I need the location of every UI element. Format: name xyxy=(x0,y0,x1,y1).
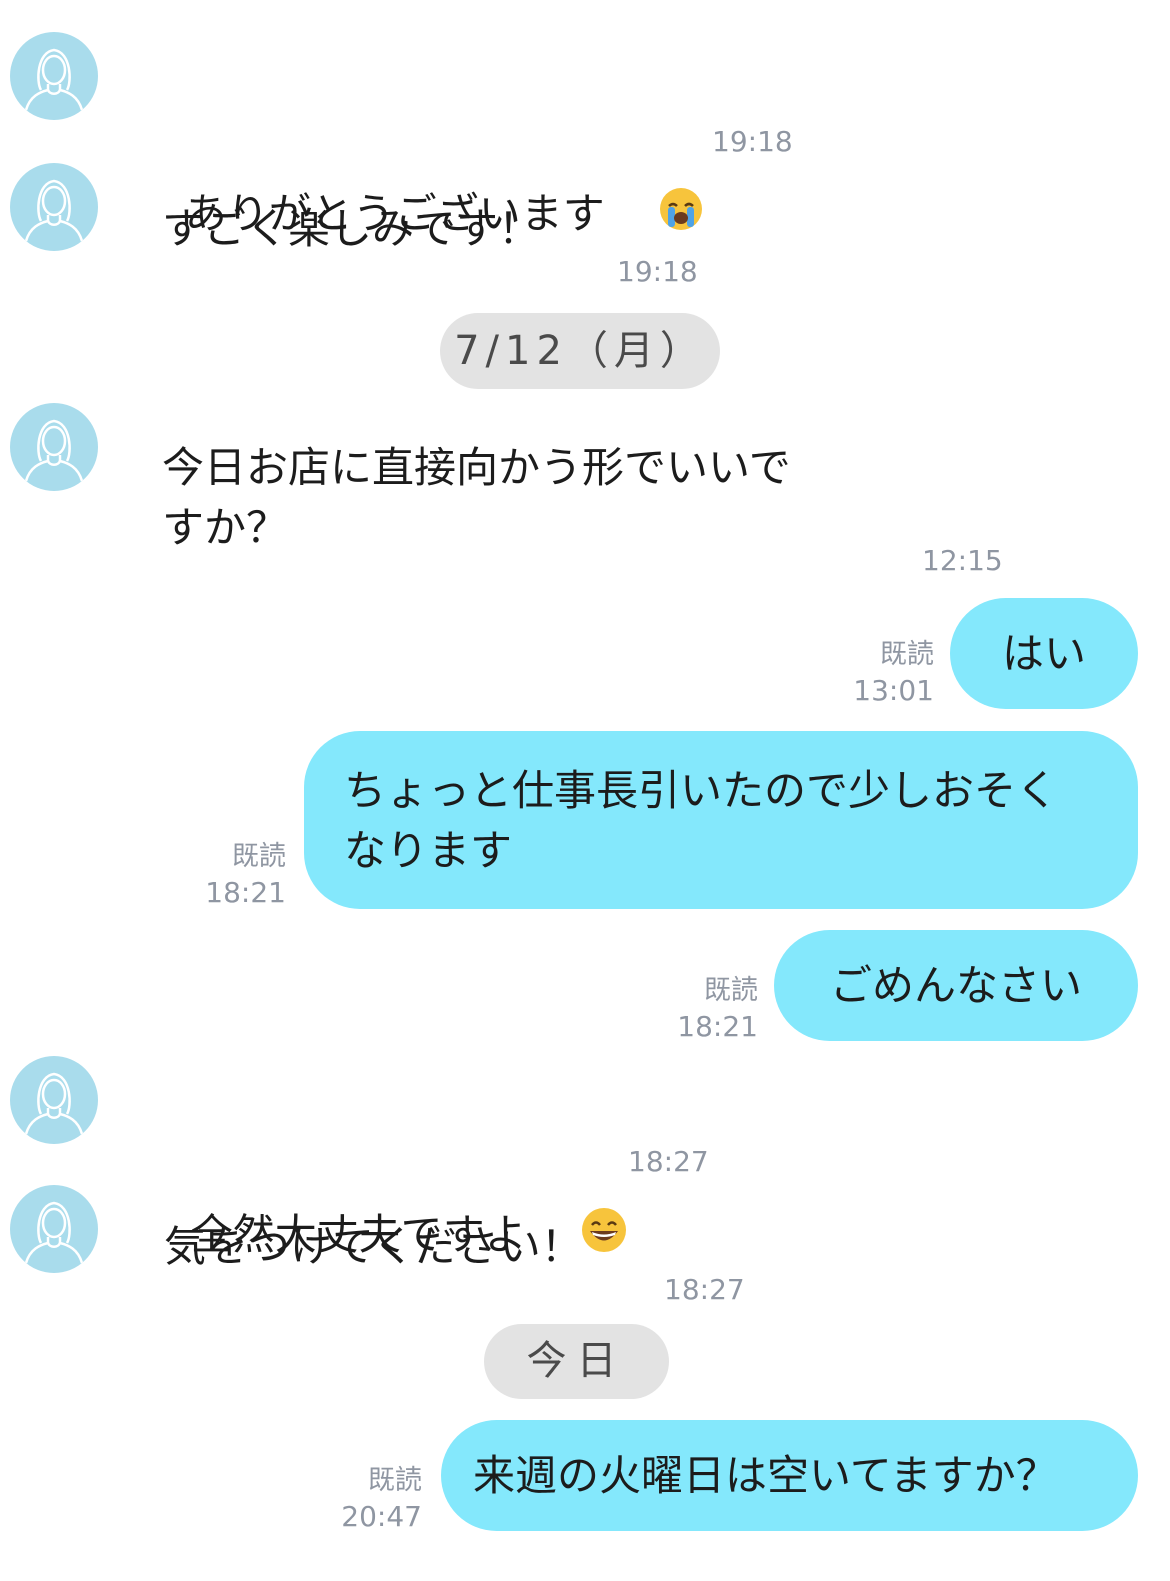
person-silhouette-icon xyxy=(24,179,84,242)
avatar[interactable] xyxy=(10,403,98,491)
message-timestamp: 18:21 xyxy=(205,876,286,909)
read-status: 既読 18:21 xyxy=(198,839,286,911)
person-silhouette-icon xyxy=(24,1072,84,1135)
message-timestamp: 18:21 xyxy=(677,1010,758,1043)
message-timestamp: 18:27 xyxy=(628,1145,709,1178)
message-timestamp: 19:18 xyxy=(712,125,793,158)
outgoing-message-bubble[interactable]: ちょっと仕事長引いたので少しおそく なります xyxy=(304,731,1138,909)
read-label: 既読 xyxy=(232,841,286,872)
read-status: 既読 18:21 xyxy=(670,973,758,1045)
message-text: 今日お店に直接向かう形でいいで すか？ xyxy=(162,438,791,558)
date-separator: 7/12（月） xyxy=(440,313,720,389)
read-label: 既読 xyxy=(368,1465,422,1496)
outgoing-message-bubble[interactable]: 来週の火曜日は空いてますか？ xyxy=(441,1420,1138,1531)
message-line: なります xyxy=(344,826,513,875)
avatar[interactable] xyxy=(10,1056,98,1144)
person-silhouette-icon xyxy=(24,1201,84,1264)
message-line: 今日お店に直接向かう形でいいで xyxy=(162,443,791,492)
message-text: 気をつけてください！ xyxy=(164,1222,583,1271)
person-silhouette-icon xyxy=(24,419,84,482)
person-silhouette-icon xyxy=(24,48,84,111)
message-text: すごく楽しみです！ xyxy=(162,204,541,253)
message-line: すか？ xyxy=(162,503,289,552)
avatar[interactable] xyxy=(10,1185,98,1273)
avatar[interactable] xyxy=(10,32,98,120)
avatar[interactable] xyxy=(10,163,98,251)
message-timestamp: 19:18 xyxy=(617,255,698,288)
read-status: 既読 13:01 xyxy=(850,637,934,709)
outgoing-message-bubble[interactable]: はい xyxy=(950,598,1138,709)
message-text: 全然大丈夫ですよ xyxy=(164,1090,628,1327)
message-timestamp: 20:47 xyxy=(341,1500,422,1533)
message-line: ちょっと仕事長引いたので少しおそく xyxy=(344,766,1059,815)
date-separator: 今日 xyxy=(484,1324,669,1399)
message-timestamp: 13:01 xyxy=(853,674,934,707)
read-status: 既読 20:47 xyxy=(332,1463,422,1535)
read-label: 既読 xyxy=(704,975,758,1006)
message-timestamp: 18:27 xyxy=(664,1273,745,1306)
message-timestamp: 12:15 xyxy=(922,544,1003,577)
read-label: 既読 xyxy=(880,639,934,670)
outgoing-message-bubble[interactable]: ごめんなさい xyxy=(774,930,1138,1041)
